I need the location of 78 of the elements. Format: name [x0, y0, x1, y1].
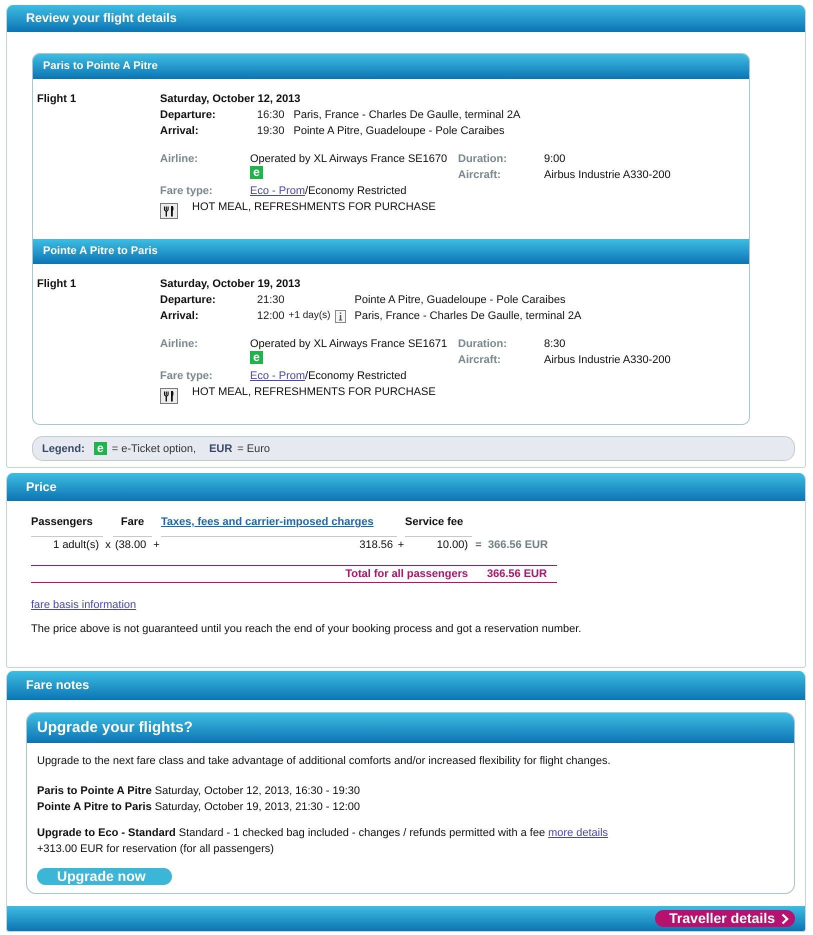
route-summary: Paris to Pointe A Pitre Saturday, October 12, 2013, 16:30 - 19:30 [37, 784, 362, 799]
airport-name: Paris, France - Charles De Gaulle, terminal 2A [354, 309, 582, 324]
time-label: Departure: [160, 293, 217, 308]
journey-header: Pointe A Pitre to Paris [33, 239, 749, 264]
more-details-link[interactable]: more details [548, 827, 608, 839]
field-label: Airline: [160, 152, 199, 167]
fare-type-value: /Economy Restricted [305, 184, 406, 199]
price-amount: (38.00 [114, 538, 148, 553]
airport-name: Pointe A Pitre, Guadeloupe - Pole Caraibes [354, 293, 566, 308]
duration-value: 9:00 [544, 152, 566, 167]
info-icon[interactable] [334, 310, 346, 322]
legend-text: = Euro [237, 442, 270, 456]
fare-type-value: /Economy Restricted [305, 369, 406, 384]
price-result: 366.56 EUR [487, 538, 545, 553]
aircraft-value: Airbus Industrie A330-200 [544, 168, 671, 183]
field-label: Airline: [160, 337, 199, 352]
upgrade-intro: Upgrade to the next fare class and take advantage of additional comforts and/or increased flexibility for flight changes. [37, 754, 612, 769]
flight-time: 21:30 [257, 293, 285, 308]
flight-date: Saturday, October 12, 2013 [160, 92, 302, 107]
upgrade-header: Upgrade your flights? [27, 713, 794, 743]
chevron-right-icon [781, 912, 789, 924]
fare-class-link[interactable]: Eco - Prom [250, 368, 306, 384]
eticket-badge: e [250, 351, 263, 364]
eticket-badge: e [250, 166, 263, 179]
route-summary: Pointe A Pitre to Paris Saturday, October 19, 2013, 21:30 - 12:00 [37, 800, 362, 815]
flight-time: 16:30 [257, 108, 285, 123]
legend-text: = e-Ticket option, [112, 442, 196, 456]
field-label: Aircraft: [458, 353, 502, 368]
operator-sign: x [104, 538, 112, 553]
legend-label: Legend: [42, 442, 85, 456]
airport-name: Paris, France - Charles De Gaulle, terminal 2A [294, 108, 522, 123]
flight-label: Flight 1 [37, 277, 78, 292]
time-label: Arrival: [160, 124, 200, 139]
traveller-details-button[interactable]: Traveller details [655, 910, 795, 927]
total-label: Total for all passengers [31, 565, 472, 583]
section-header: Fare notes [7, 671, 805, 700]
section-header: Price [7, 473, 805, 501]
column-header-link[interactable]: Taxes, fees and carrier-imposed charges [161, 516, 374, 528]
field-label: Duration: [458, 152, 508, 167]
operator-sign: + [152, 538, 161, 553]
day-offset: +1 day(s) [288, 309, 330, 323]
airport-name: Pointe A Pitre, Guadeloupe - Pole Caraibes [294, 124, 506, 139]
fare-basis-link[interactable]: fare basis information [31, 599, 136, 611]
flight-date: Saturday, October 19, 2013 [160, 277, 302, 292]
column-header: Passengers [31, 514, 103, 537]
meal-info: HOT MEAL, REFRESHMENTS FOR PURCHASE [192, 385, 436, 400]
flight-time: 19:30 [257, 124, 285, 139]
flight-time: 12:00 [257, 309, 285, 324]
eticket-badge: e [94, 442, 107, 454]
operator-sign: = [474, 538, 483, 553]
journey-header: Paris to Pointe A Pitre [33, 54, 749, 79]
field-label: Duration: [458, 337, 508, 352]
airline-value: Operated by XL Airways France SE1671 [250, 337, 448, 352]
aircraft-value: Airbus Industrie A330-200 [544, 353, 671, 368]
price-disclaimer: The price above is not guaranteed until you reach the end of your booking process and got a reservation number. [31, 622, 582, 637]
fare-class-link[interactable]: Eco - Prom [250, 183, 306, 199]
total-amount: 366.56 EUR [485, 565, 545, 583]
meal-info: HOT MEAL, REFRESHMENTS FOR PURCHASE [192, 200, 436, 215]
operator-sign: + [397, 538, 405, 553]
flight-label: Flight 1 [37, 92, 78, 107]
upgrade-price: +313.00 EUR for reservation (for all passengers) [37, 842, 275, 857]
currency-code: EUR [209, 442, 232, 456]
time-label: Departure: [160, 108, 217, 123]
field-label: Fare type: [160, 369, 214, 384]
upgrade-offer: Upgrade to Eco - Standard Standard - 1 checked bag included - changes / refunds permitted with a fee more details [37, 826, 610, 841]
price-amount: 318.56 [358, 538, 394, 553]
time-label: Arrival: [160, 309, 200, 324]
fork-knife-icon [160, 388, 178, 404]
column-header: Fare [113, 514, 152, 537]
price-amount: 10.00) [436, 538, 469, 553]
field-label: Fare type: [160, 184, 214, 199]
section-header: Review your flight details [7, 5, 805, 32]
airline-value: Operated by XL Airways France SE1670 [250, 152, 448, 167]
fork-knife-icon [160, 203, 178, 219]
passenger-count: 1 adult(s) [52, 538, 100, 553]
column-header: Service fee [405, 514, 472, 537]
duration-value: 8:30 [544, 337, 566, 352]
field-label: Aircraft: [458, 168, 502, 183]
